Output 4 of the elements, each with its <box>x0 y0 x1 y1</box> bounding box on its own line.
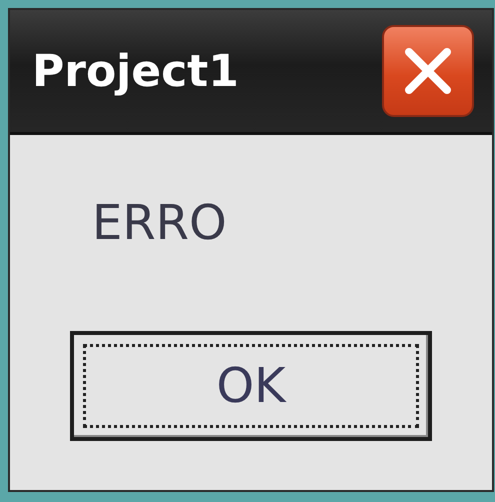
ok-button[interactable]: OK <box>70 331 432 441</box>
close-button[interactable] <box>382 25 474 117</box>
window-title: Project1 <box>32 46 239 96</box>
error-message: ERRO <box>92 195 227 251</box>
